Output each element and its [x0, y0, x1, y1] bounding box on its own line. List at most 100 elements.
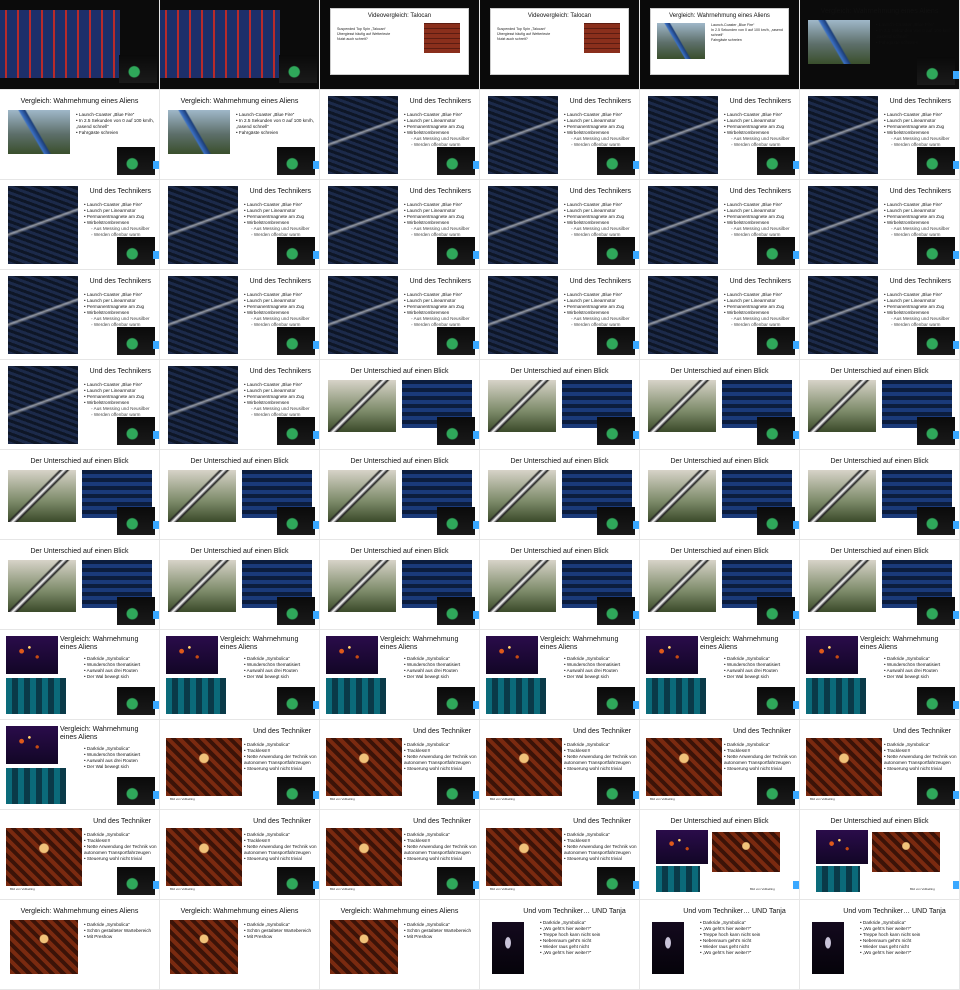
coaster-track-photo [8, 366, 78, 444]
bullet-list: Darkride „Symbolica“Schön gestalteter Wa… [84, 922, 157, 940]
slide-thumbnail[interactable]: Und des TechnikersLaunch-Coaster „Blue F… [320, 270, 480, 360]
slide-thumbnail[interactable]: Der Unterschied auf einen Blick [480, 360, 640, 450]
slide-thumbnail[interactable]: Vergleich: Wahrnehmung eines Aliens Launc… [160, 90, 320, 180]
slide-thumbnail[interactable]: Vergleich: Wahrnehmung eines Aliens Launc… [640, 0, 800, 90]
slide-thumbnail[interactable]: Vergleich: Wahrnehmung eines Aliens Darkr… [320, 900, 480, 990]
bullet-item: Nette Anwendung der Technik von autonome… [564, 844, 637, 856]
speaker-video-inset [597, 687, 635, 715]
slide-thumbnail[interactable]: Und des TechnikersLaunch-Coaster „Blue F… [320, 180, 480, 270]
speaker-video-inset [117, 687, 155, 715]
slide-thumbnail[interactable]: Und des TechnikersLaunch-Coaster „Blue F… [640, 90, 800, 180]
trackless-ride-photo [646, 738, 722, 796]
slide-title: Und des Techniker [413, 728, 471, 735]
slide-thumbnail[interactable]: Und des TechnikersLaunch-Coaster „Blue F… [480, 180, 640, 270]
slide-thumbnail[interactable]: Und des TechnikersLaunch-Coaster „Blue F… [160, 270, 320, 360]
slide-thumbnail[interactable]: Der Unterschied auf einen Blick [0, 450, 160, 540]
slide-thumbnail[interactable]: Und des Techniker Darkride „Symbolica“Tra… [320, 810, 480, 900]
slide-thumbnail[interactable]: Und des TechnikersLaunch-Coaster „Blue F… [0, 360, 160, 450]
whale-scene-photo [816, 866, 860, 892]
slide-thumbnail[interactable]: Und des TechnikersLaunch-Coaster „Blue F… [160, 360, 320, 450]
bullet-list: Darkride „Symbolica“Schön gestalteter Wa… [244, 922, 317, 940]
slide-thumbnail[interactable]: Der Unterschied auf einen Blick [0, 540, 160, 630]
slide-thumbnail[interactable]: Und vom Techniker… UND Tanja Darkride „Sy… [800, 900, 960, 990]
slide-thumbnail[interactable]: Und des TechnikersLaunch-Coaster „Blue F… [480, 270, 640, 360]
slide-thumbnail[interactable]: Und des TechnikersLaunch-Coaster „Blue F… [320, 90, 480, 180]
bullet-list: Launch-Coaster „Blue Fire“Launch per Lin… [244, 292, 317, 328]
slide-thumbnail[interactable]: Der Unterschied auf einen Blick Bild von … [640, 810, 800, 900]
slide-thumbnail[interactable]: Und des Techniker Darkride „Symbolica“Tra… [160, 810, 320, 900]
slide-title: Vergleich: Wahrnehmung eines Aliens [340, 908, 459, 915]
slide-thumbnail[interactable]: Und des TechnikersLaunch-Coaster „Blue F… [160, 180, 320, 270]
slide-badge [793, 611, 799, 619]
slide-thumbnail[interactable]: Und des TechnikersLaunch-Coaster „Blue F… [800, 90, 960, 180]
slide-thumbnail[interactable]: Vergleich: Wahrnehmung eines Aliens Darkr… [160, 630, 320, 720]
slide-thumbnail[interactable]: Der Unterschied auf einen Blick [160, 450, 320, 540]
slide-thumbnail[interactable]: Und vom Techniker… UND Tanja Darkride „Sy… [480, 900, 640, 990]
speaker-video-inset [757, 687, 795, 715]
slide-thumbnail[interactable]: Und des Techniker Darkride „Symbolica“Tra… [480, 810, 640, 900]
slide-thumbnail[interactable]: Der Unterschied auf einen Blick [640, 360, 800, 450]
image-credit: Bild von Vollkelling [910, 887, 935, 891]
slide-thumbnail[interactable]: Der Unterschied auf einen Blick [640, 450, 800, 540]
slide-thumbnail[interactable]: Und des Techniker Darkride „Symbolica“Tra… [800, 720, 960, 810]
slide-badge [313, 611, 319, 619]
slide-thumbnail[interactable]: Vergleich: Wahrnehmung eines Aliens Darkr… [640, 630, 800, 720]
slide-thumbnail[interactable]: Der Unterschied auf einen Blick [320, 360, 480, 450]
slide-thumbnail[interactable]: Vergleich: Wahrnehmung eines Aliens Darkr… [800, 630, 960, 720]
slide-thumbnail[interactable]: Der Unterschied auf einen Blick [800, 450, 960, 540]
slide-thumbnail[interactable]: Und des TechnikersLaunch-Coaster „Blue F… [800, 270, 960, 360]
slide-badge [953, 791, 959, 799]
slide-thumbnail[interactable]: Vergleich: Wahrnehmung eines Aliens Launc… [0, 90, 160, 180]
trackless-ride-photo [872, 832, 940, 872]
slide-thumbnail[interactable]: Der Unterschied auf einen Blick [480, 450, 640, 540]
slide-thumbnail[interactable]: Der Unterschied auf einen Blick [800, 540, 960, 630]
speaker-video-inset [437, 147, 475, 175]
slide-thumbnail[interactable]: Der Unterschied auf einen Blick [480, 540, 640, 630]
slide-thumbnail[interactable]: Und des TechnikersLaunch-Coaster „Blue F… [640, 270, 800, 360]
slide-thumbnail[interactable]: Vergleich: Wahrnehmung eines Aliens Darkr… [0, 720, 160, 810]
slide-title: Der Unterschied auf einen Blick [30, 458, 129, 465]
slide-thumbnail[interactable]: Der Unterschied auf einen Blick [640, 540, 800, 630]
slide-thumbnail[interactable]: Vergleich: Wahrnehmung eines Aliens Darkr… [0, 900, 160, 990]
bullet-item: Fahrgäste schreien [711, 38, 742, 42]
slide-thumbnail[interactable]: Der Unterschied auf einen Blick [320, 450, 480, 540]
slide-badge [313, 791, 319, 799]
slide-thumbnail[interactable] [160, 0, 320, 90]
slide-thumbnail[interactable]: Der Unterschied auf einen Blick [320, 540, 480, 630]
slide-thumbnail[interactable]: Und des TechnikersLaunch-Coaster „Blue F… [480, 90, 640, 180]
slide-title: Und des Techniker [573, 818, 631, 825]
slide-title: Und des Techniker [253, 818, 311, 825]
speaker-video-inset [917, 687, 955, 715]
slide-thumbnail[interactable]: Vergleich: Wahrnehmung eines Aliens Darkr… [480, 630, 640, 720]
slide-content: Videovergleich: Talocan Suspended Top Spi… [330, 8, 469, 75]
slide-thumbnail[interactable]: Videovergleich: Talocan Suspended Top Spi… [480, 0, 640, 90]
slide-thumbnail[interactable]: Und des TechnikersLaunch-Coaster „Blue F… [0, 270, 160, 360]
image-credit: Bild von Vollkelling [330, 887, 355, 891]
slide-thumbnail[interactable]: Und des Techniker Darkride „Symbolica“Tra… [320, 720, 480, 810]
park-photo [488, 560, 556, 612]
slide-thumbnail[interactable]: Und des Techniker Darkride „Symbolica“Tra… [160, 720, 320, 810]
slide-thumbnail[interactable]: Und des TechnikersLaunch-Coaster „Blue F… [640, 180, 800, 270]
slide-thumbnail[interactable]: Der Unterschied auf einen Blick Bild von … [800, 810, 960, 900]
slide-badge [153, 431, 159, 439]
speaker-video-inset [757, 417, 795, 445]
slide-thumbnail[interactable]: Vergleich: Wahrnehmung eines Aliens Darkr… [160, 900, 320, 990]
slide-badge [953, 521, 959, 529]
slide-thumbnail[interactable]: Vergleich: Wahrnehmung eines Aliens Darkr… [0, 630, 160, 720]
slide-thumbnail[interactable]: Vergleich: Wahrnehmung eines Aliens Launc… [800, 0, 960, 90]
slide-thumbnail[interactable]: Und des TechnikersLaunch-Coaster „Blue F… [0, 180, 160, 270]
slide-thumbnail[interactable]: Videovergleich: Talocan Suspended Top Spi… [320, 0, 480, 90]
slide-title: Und vom Techniker… UND Tanja [843, 908, 946, 915]
slide-thumbnail[interactable] [0, 0, 160, 90]
slide-thumbnail[interactable]: Der Unterschied auf einen Blick [160, 540, 320, 630]
park-photo [808, 560, 876, 612]
slide-thumbnail[interactable]: Und des Techniker Darkride „Symbolica“Tra… [480, 720, 640, 810]
slide-thumbnail[interactable]: Und des Techniker Darkride „Symbolica“Tra… [640, 720, 800, 810]
slide-thumbnail[interactable]: Vergleich: Wahrnehmung eines Aliens Darkr… [320, 630, 480, 720]
slide-thumbnail[interactable]: Der Unterschied auf einen Blick [800, 360, 960, 450]
slide-thumbnail[interactable]: Und des TechnikersLaunch-Coaster „Blue F… [800, 180, 960, 270]
slide-thumbnail[interactable]: Und des Techniker Darkride „Symbolica“Tra… [0, 810, 160, 900]
slide-thumbnail[interactable]: Und vom Techniker… UND Tanja Darkride „Sy… [640, 900, 800, 990]
image-credit: Bild von Vollkelling [650, 797, 675, 801]
bullet-list: Darkride „Symbolica“Wunderschön thematis… [564, 656, 637, 680]
